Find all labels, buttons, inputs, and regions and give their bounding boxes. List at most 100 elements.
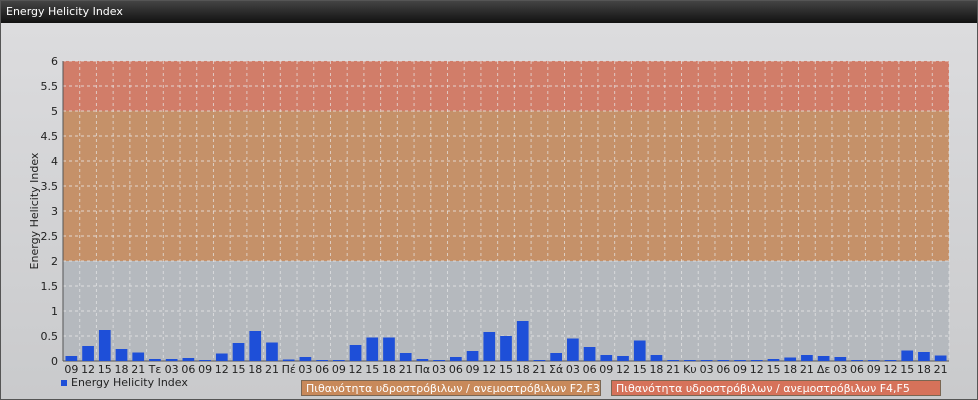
bar <box>650 355 663 361</box>
bar <box>115 349 128 361</box>
bar <box>266 342 278 361</box>
bar <box>834 357 847 361</box>
bar <box>717 360 730 361</box>
x-tick-label: 15 <box>232 363 246 376</box>
x-tick-label: 12 <box>750 363 764 376</box>
x-tick-label: Πέ <box>282 363 296 376</box>
x-tick-label: 18 <box>115 363 129 376</box>
bar <box>817 356 830 361</box>
bar <box>98 330 111 361</box>
x-tick-label: 18 <box>783 363 797 376</box>
x-tick-label: 21 <box>399 363 413 376</box>
x-tick-label: Κυ <box>683 363 697 376</box>
x-tick-label: Τε <box>148 363 162 376</box>
bar <box>399 353 412 361</box>
x-tick-label: 18 <box>516 363 530 376</box>
bar <box>349 345 362 361</box>
x-tick-label: 18 <box>382 363 396 376</box>
x-tick-label: Δε <box>817 363 831 376</box>
bar <box>567 338 579 361</box>
x-tick-label: 06 <box>850 363 864 376</box>
x-tick-label: 06 <box>583 363 597 376</box>
ehi-chart: 00.511.522.533.544.555.5609 12 15 18 21 Τε 03 0… <box>28 55 950 376</box>
zone-f2-f3-legend: Πιθανότητα υδροστρόβιλων / ανεμοστρόβιλω… <box>301 380 601 396</box>
bar <box>533 360 546 361</box>
bar <box>449 357 462 361</box>
bar <box>583 347 596 361</box>
x-tick-label: 03 <box>298 363 312 376</box>
bar <box>132 352 145 361</box>
bar <box>383 337 395 361</box>
x-tick-label: 09 <box>332 363 346 376</box>
x-tick-label: 12 <box>883 363 897 376</box>
bar <box>466 351 479 361</box>
x-tick-label: 06 <box>181 363 195 376</box>
x-tick-label: 18 <box>917 363 931 376</box>
x-tick-label: 15 <box>633 363 647 376</box>
bar <box>767 359 780 361</box>
x-tick-label: 12 <box>215 363 229 376</box>
x-tick-label: 12 <box>81 363 95 376</box>
bar <box>483 332 496 361</box>
x-tick-label: 21 <box>265 363 279 376</box>
x-tick-label: 12 <box>482 363 496 376</box>
x-tick-label: 18 <box>248 363 262 376</box>
bar <box>734 360 746 361</box>
bar <box>851 360 863 361</box>
bar <box>918 352 930 361</box>
bar <box>282 359 295 361</box>
bar <box>934 355 947 361</box>
x-tick-label: 12 <box>616 363 630 376</box>
x-tick-label: 06 <box>716 363 730 376</box>
y-tick-label: 2 <box>51 255 58 268</box>
bar <box>633 340 646 361</box>
y-tick-label: 6 <box>51 55 58 68</box>
bar <box>316 360 328 361</box>
y-tick-label: 0.5 <box>41 330 59 343</box>
bar <box>416 359 429 361</box>
bar <box>684 360 696 361</box>
x-tick-label: 21 <box>131 363 145 376</box>
chart-window: Energy Helicity Index 0 0.5 1 1.5 2 2.5 3 3.5 4 4… <box>0 0 978 400</box>
y-tick-label: 1 <box>51 305 58 318</box>
bar <box>617 356 629 361</box>
y-axis-label: Energy Helicity Index <box>28 152 41 269</box>
y-tick-label: 1.5 <box>41 280 59 293</box>
x-tick-label: 15 <box>766 363 780 376</box>
x-tick-label: 18 <box>649 363 663 376</box>
bar <box>700 360 713 361</box>
x-tick-label: 06 <box>315 363 329 376</box>
bar <box>901 350 914 361</box>
bar <box>65 356 78 361</box>
legend-entry: Energy Helicity Index <box>61 376 188 389</box>
x-tick-label: 21 <box>666 363 680 376</box>
x-tick-label: 09 <box>733 363 747 376</box>
x-tick-label: 12 <box>349 363 363 376</box>
bar <box>750 360 763 361</box>
bar <box>884 360 897 361</box>
bar <box>784 357 797 361</box>
bar <box>199 360 211 361</box>
legend-swatch <box>61 380 67 386</box>
x-tick-label: 06 <box>449 363 463 376</box>
bar <box>182 358 195 361</box>
y-tick-label: 3.5 <box>41 180 59 193</box>
bar <box>550 353 563 361</box>
x-tick-label: 09 <box>867 363 881 376</box>
zone-f4-f5-legend: Πιθανότητα υδροστρόβιλων / ανεμοστρόβιλω… <box>611 380 941 396</box>
x-tick-label: 21 <box>532 363 546 376</box>
bar <box>667 360 680 361</box>
y-tick-label: 4.5 <box>41 130 59 143</box>
bar <box>82 346 94 361</box>
y-tick-label: 0 <box>51 355 58 368</box>
y-tick-label: 2.5 <box>41 230 59 243</box>
bar <box>332 360 345 361</box>
x-tick-label: 03 <box>833 363 847 376</box>
bar <box>433 360 445 361</box>
bar <box>500 336 512 361</box>
bar <box>366 337 379 361</box>
legend-label: Energy Helicity Index <box>71 376 188 389</box>
x-tick-label: 21 <box>934 363 948 376</box>
bar <box>600 355 613 361</box>
x-tick-label: 15 <box>365 363 379 376</box>
